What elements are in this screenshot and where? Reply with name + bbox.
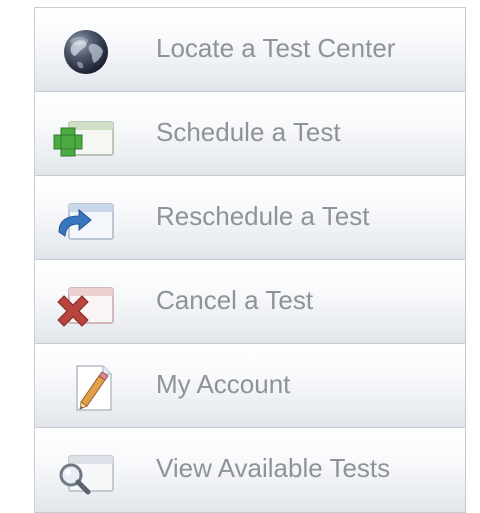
menu-item-label: Schedule a Test: [156, 117, 341, 147]
test-actions-menu: Locate a Test Center Schedule a Test Res…: [34, 7, 466, 513]
menu-item-label: View Available Tests: [156, 453, 391, 483]
globe-icon: [53, 28, 119, 76]
search-window-icon: [53, 448, 119, 496]
cancel-window-icon: [53, 280, 119, 328]
menu-item-my-account[interactable]: My Account: [35, 344, 465, 428]
menu-item-label: Cancel a Test: [156, 285, 314, 315]
menu-item-label: Reschedule a Test: [156, 201, 370, 231]
pencil-document-icon: [53, 364, 119, 412]
menu-item-label: Locate a Test Center: [156, 33, 396, 63]
menu-item-cancel-test[interactable]: Cancel a Test: [35, 260, 465, 344]
reschedule-window-icon: [53, 196, 119, 244]
menu-item-schedule-test[interactable]: Schedule a Test: [35, 92, 465, 176]
menu-item-locate-test-center[interactable]: Locate a Test Center: [35, 8, 465, 92]
menu-item-label: My Account: [156, 369, 291, 399]
menu-item-reschedule-test[interactable]: Reschedule a Test: [35, 176, 465, 260]
menu-item-view-available-tests[interactable]: View Available Tests: [35, 428, 465, 512]
add-window-icon: [53, 112, 119, 160]
